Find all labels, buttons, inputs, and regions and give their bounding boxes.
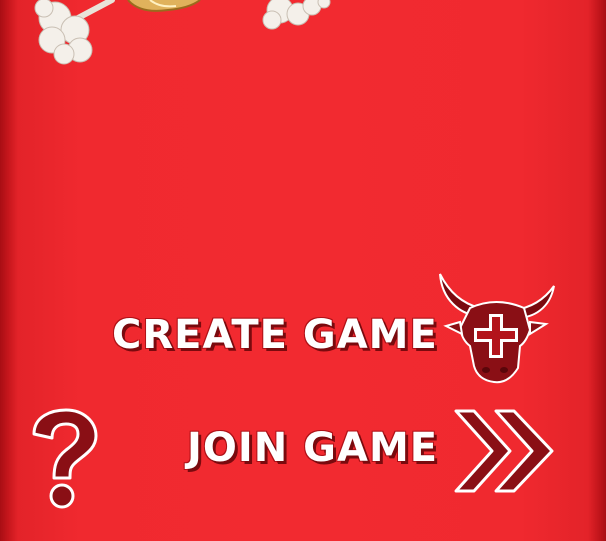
game-menu-screen: CREATE GAME JOIN GAME	[0, 0, 606, 541]
bull-head-plus-icon[interactable]	[434, 270, 558, 388]
create-game-label[interactable]: CREATE GAME	[112, 312, 438, 358]
top-decoration	[34, 0, 331, 65]
double-chevron-right-icon[interactable]	[452, 405, 558, 497]
join-game-label[interactable]: JOIN GAME	[187, 425, 438, 471]
ring-decoration	[127, 0, 201, 12]
smoke-puff-right-icon	[262, 0, 331, 30]
smoke-puff-left-icon	[34, 0, 115, 65]
question-mark-icon[interactable]	[26, 408, 98, 512]
